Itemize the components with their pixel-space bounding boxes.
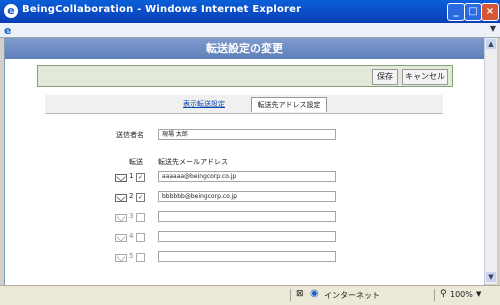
forward-checkbox-1[interactable]: ✓ xyxy=(136,173,145,182)
mail-icon xyxy=(115,254,127,262)
address-dropdown-icon[interactable]: ▼ xyxy=(490,24,496,33)
zoom-icon[interactable]: ⚲ xyxy=(440,289,447,299)
mail-icon xyxy=(115,194,127,202)
title-bar: e BeingCollaboration - Windows Internet … xyxy=(0,0,500,23)
status-divider xyxy=(434,289,435,301)
status-divider xyxy=(290,289,291,301)
zoom-level[interactable]: 100% xyxy=(450,290,473,299)
tab-forward-address[interactable]: 転送先アドレス設定 xyxy=(251,97,327,112)
security-lock-icon: ⊠ xyxy=(296,289,304,299)
email-field-4[interactable] xyxy=(158,231,336,242)
mail-icon xyxy=(115,214,127,222)
page-title: 転送設定の変更 xyxy=(5,39,484,59)
forward-checkbox-5[interactable] xyxy=(136,253,145,262)
maximize-button[interactable]: □ xyxy=(464,3,482,21)
row-number: 2 xyxy=(129,192,134,200)
mail-icon xyxy=(115,174,127,182)
row-number: 5 xyxy=(129,252,134,260)
scroll-down-icon[interactable]: ▼ xyxy=(486,272,496,282)
cancel-button[interactable]: キャンセル xyxy=(402,69,448,85)
ie-logo-icon: e xyxy=(4,4,18,18)
window-title: BeingCollaboration - Windows Internet Ex… xyxy=(22,4,302,15)
sender-name-label: 送信者名 xyxy=(116,131,144,139)
forward-checkbox-2[interactable]: ✓ xyxy=(136,193,145,202)
scroll-up-icon[interactable]: ▲ xyxy=(486,39,496,49)
address-header: 転送先メールアドレス xyxy=(158,158,228,166)
save-button[interactable]: 保存 xyxy=(372,69,398,85)
address-bar[interactable]: e ▼ xyxy=(0,23,500,38)
forward-checkbox-3[interactable] xyxy=(136,213,145,222)
row-number: 1 xyxy=(129,172,134,180)
forward-checkbox-4[interactable] xyxy=(136,233,145,242)
globe-icon: ◉ xyxy=(310,288,319,299)
content-frame: 転送設定の変更 保存 キャンセル 表示転送設定 転送先アドレス設定 送信者名 現… xyxy=(4,38,485,286)
email-field-2[interactable]: bbbbbb@beingcorp.co.jp xyxy=(158,191,336,202)
email-field-5[interactable] xyxy=(158,251,336,262)
internet-zone-label: インターネット xyxy=(324,291,380,300)
forward-label: 転送 xyxy=(129,158,143,166)
email-field-3[interactable] xyxy=(158,211,336,222)
action-toolbar: 保存 キャンセル xyxy=(37,65,453,87)
minimize-button[interactable]: _ xyxy=(447,3,465,21)
row-number: 3 xyxy=(129,212,134,220)
tab-strip: 表示転送設定 転送先アドレス設定 xyxy=(45,95,443,114)
zoom-dropdown-icon[interactable]: ▼ xyxy=(476,290,481,298)
vertical-scrollbar[interactable]: ▲ ▼ xyxy=(484,38,497,284)
sender-name-input[interactable]: 現場 太郎 xyxy=(158,129,336,140)
page-icon: e xyxy=(4,24,12,37)
status-bar: ⊠ ◉ インターネット ⚲ 100% ▼ xyxy=(0,285,500,305)
row-number: 4 xyxy=(129,232,134,240)
mail-icon xyxy=(115,234,127,242)
email-field-1[interactable]: aaaaaa@beingcorp.co.jp xyxy=(158,171,336,182)
close-button[interactable]: × xyxy=(481,3,499,21)
tab-display-forward[interactable]: 表示転送設定 xyxy=(183,99,225,109)
